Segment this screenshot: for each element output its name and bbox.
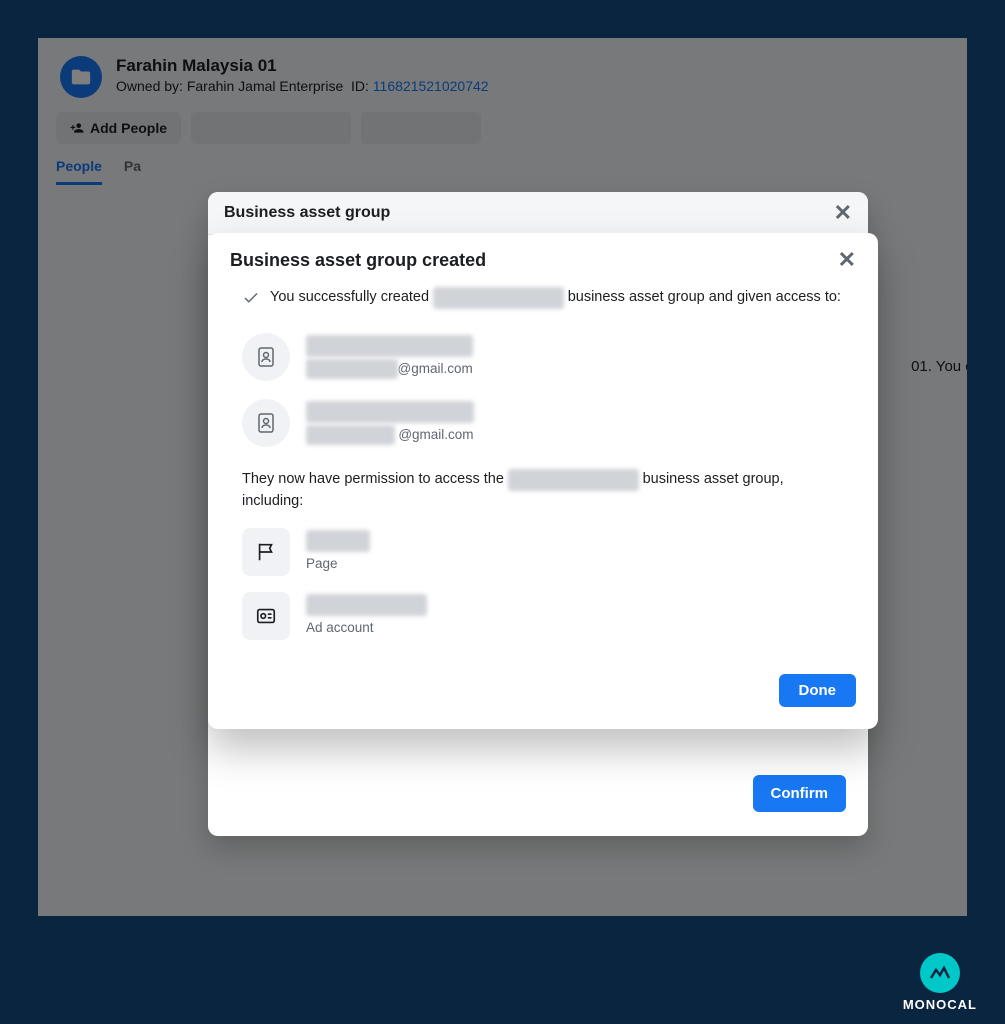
- intro-pre: You successfully created: [270, 289, 433, 305]
- permission-text: They now have permission to access the F…: [242, 469, 844, 513]
- app-frame: Farahin Malaysia 01 Owned by: Farahin Ja…: [38, 38, 967, 916]
- blurred-asset-name: MDesigns: [306, 530, 370, 552]
- asset-row: Farahin malaxxxxx Ad account: [242, 592, 844, 640]
- badge-icon: [242, 399, 290, 447]
- confirm-button[interactable]: Confirm: [753, 775, 847, 812]
- modal-confirmation: Business asset group created ✕ You succe…: [208, 233, 878, 729]
- blurred-email-prefix: xxxx.xxxxxxxxx: [306, 359, 398, 379]
- done-button[interactable]: Done: [779, 674, 857, 707]
- close-icon[interactable]: ✕: [838, 249, 856, 271]
- asset-row: MDesigns Page: [242, 528, 844, 576]
- blurred-person-name: Farahin Jamal: [306, 401, 474, 423]
- intro-post: business asset group and given access to…: [564, 289, 841, 305]
- monocal-watermark: MONOCAL: [903, 953, 977, 1012]
- asset-type: Ad account: [306, 618, 427, 638]
- perm-pre: They now have permission to access the: [242, 471, 508, 487]
- modal-back-title: Business asset group: [224, 204, 390, 222]
- blurred-email-prefix: farahinjamal99: [306, 425, 395, 445]
- badge-icon: [242, 333, 290, 381]
- email-suffix: @gmail.com: [395, 427, 474, 442]
- blurred-group-name: Farahin Malaysia 01: [508, 469, 639, 491]
- brand-name: MONOCAL: [903, 997, 977, 1012]
- check-icon: [242, 289, 260, 315]
- intro-text: You successfully created Farahin Malaysi…: [242, 287, 844, 315]
- blurred-person-name: The Jamal Manisku: [306, 335, 473, 357]
- close-icon[interactable]: ✕: [834, 202, 852, 224]
- modal-title: Business asset group created: [230, 250, 486, 271]
- person-row: The Jamal Manisku xxxx.xxxxxxxxx@gmail.c…: [242, 333, 844, 381]
- monocal-logo-icon: [920, 953, 960, 993]
- asset-type: Page: [306, 554, 370, 574]
- flag-icon: [242, 528, 290, 576]
- ad-account-icon: [242, 592, 290, 640]
- email-suffix: @gmail.com: [398, 361, 473, 376]
- blurred-asset-name: Farahin malaxxxxx: [306, 594, 427, 616]
- person-row: Farahin Jamal farahinjamal99 @gmail.com: [242, 399, 844, 447]
- blurred-group-name: Farahin Malaysia 01: [433, 287, 564, 309]
